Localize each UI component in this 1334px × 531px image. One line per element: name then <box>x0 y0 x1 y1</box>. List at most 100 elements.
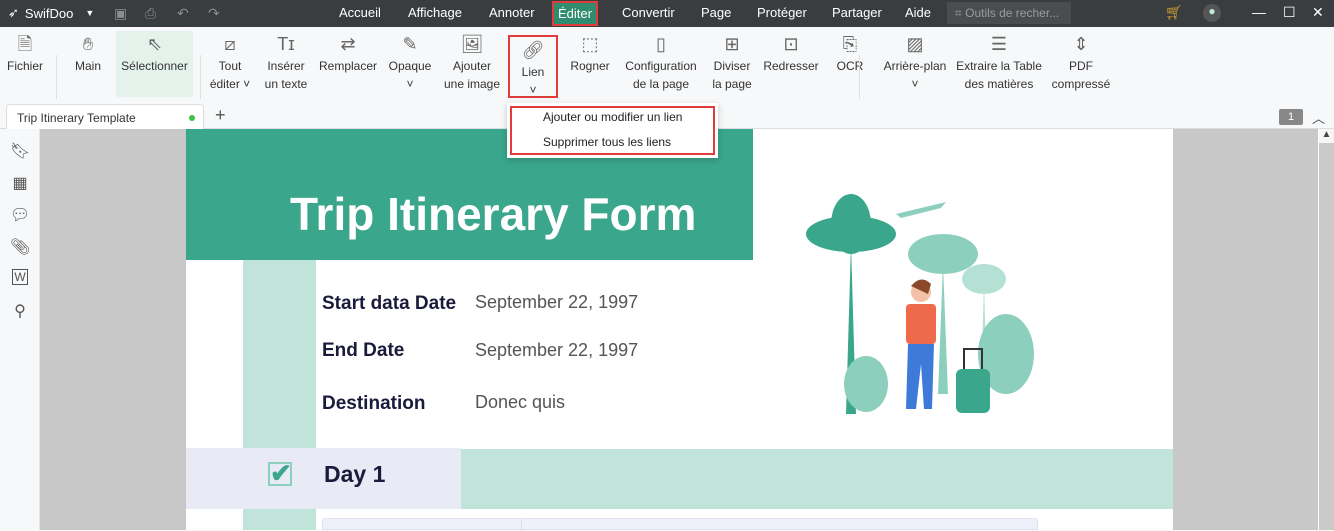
word-icon[interactable]: W <box>12 269 28 285</box>
link-dropdown-menu: Ajouter ou modifier un lien Supprimer to… <box>507 103 718 158</box>
minimize-icon[interactable]: — <box>1252 4 1266 20</box>
ribbon-separator <box>56 55 57 99</box>
undo-icon[interactable]: ↶ <box>177 5 189 22</box>
vertical-scrollbar[interactable]: ▲ <box>1318 129 1334 530</box>
ribbon-button-inserer-texte[interactable]: Tɪ Insérer un texte <box>260 31 312 93</box>
menu-annoter[interactable]: Annoter <box>489 0 535 27</box>
tool-search-input[interactable]: ⌗ Outils de recher... <box>947 2 1071 24</box>
close-icon[interactable]: ✕ <box>1312 4 1324 21</box>
eraser-icon: ✎ <box>402 34 418 54</box>
thumbnails-icon[interactable]: ▦ <box>10 173 30 193</box>
ribbon-button-main[interactable]: ✋︎ Main <box>68 31 108 75</box>
menu-accueil[interactable]: Accueil <box>339 0 381 27</box>
ribbon-label: PDF <box>1069 59 1093 73</box>
page-number-badge: 1 <box>1279 109 1303 125</box>
crop-icon: ⬚ <box>581 34 599 54</box>
replace-icon: ⇄ <box>340 34 356 54</box>
app-logo[interactable]: ➶ SwifDoo ▼ <box>8 5 94 21</box>
background-icon: ▨ <box>906 34 924 54</box>
split-icon: ⊞ <box>724 34 740 54</box>
ribbon-label: Configuration <box>625 59 697 73</box>
toc-icon: ☰ <box>990 34 1008 54</box>
search-icon[interactable]: ⚲ <box>10 301 30 321</box>
ribbon-label: une image <box>443 77 501 91</box>
ribbon-label: ˅ <box>529 83 537 97</box>
swift-bird-icon: ➶ <box>8 5 19 20</box>
page-setup-icon: ▯ <box>656 34 666 54</box>
ribbon-label: Tout <box>218 59 242 73</box>
ribbon-label: la page <box>712 77 752 91</box>
ribbon-button-pdf-compresse[interactable]: ⇕ PDF compressé <box>1048 31 1114 93</box>
hand-icon: ✋︎ <box>82 34 94 54</box>
day-table <box>322 518 1038 531</box>
ribbon-button-rogner[interactable]: ⬚ Rogner <box>566 31 614 75</box>
ribbon-button-remplacer[interactable]: ⇄ Remplacer <box>316 31 380 75</box>
ribbon-label: de la page <box>632 77 690 91</box>
field-value-end: September 22, 1997 <box>475 340 639 360</box>
bookmark-icon[interactable]: 🔖︎ <box>10 141 30 161</box>
ribbon-button-selectionner[interactable]: ⇖ Sélectionner <box>116 31 193 97</box>
file-icon: 🗎 <box>17 34 33 54</box>
menu-editer[interactable]: Éditer <box>552 1 598 26</box>
ribbon-button-opaque[interactable]: ✎ Opaque ˅ <box>385 31 435 93</box>
collapse-chevron-icon[interactable]: ︿ <box>1312 108 1325 127</box>
ribbon-separator <box>859 55 860 99</box>
chevron-down-icon[interactable]: ▼ <box>85 8 94 18</box>
print-icon[interactable]: ⎙ <box>145 5 156 22</box>
ribbon-button-ajouter-image[interactable]: 🖼︎ Ajouter une image <box>440 31 504 93</box>
ribbon-label: Main <box>74 59 101 73</box>
ribbon-label: un texte <box>264 77 308 91</box>
document-title: Trip Itinerary Form <box>290 188 697 240</box>
ribbon-button-ocr[interactable]: ⎘ OCR <box>832 31 868 75</box>
ribbon-button-fichier[interactable]: 🗎 Fichier <box>2 31 48 75</box>
attachment-icon[interactable]: 📎︎ <box>10 237 30 257</box>
menu-item-add-edit-link[interactable]: Ajouter ou modifier un lien <box>543 110 682 124</box>
menu-proteger[interactable]: Protéger <box>757 0 807 27</box>
maximize-icon[interactable]: ☐ <box>1283 4 1296 21</box>
palm-tree-2 <box>938 264 948 394</box>
menu-page[interactable]: Page <box>701 0 731 27</box>
ribbon-label: Arrière-plan <box>883 59 947 73</box>
person-jeans <box>906 344 934 409</box>
airplane <box>896 202 946 218</box>
scroll-up-icon[interactable]: ▲ <box>1319 129 1334 143</box>
pdf-page[interactable]: Trip Itinerary Form Start data Date Sept… <box>186 129 1173 531</box>
ribbon-label: Redresser <box>763 59 819 73</box>
ribbon-label: Insérer <box>267 59 305 73</box>
checkbox-checked-icon: ✔ <box>268 458 292 488</box>
add-tab-button[interactable]: + <box>215 105 226 126</box>
unsaved-dot-icon <box>189 115 195 121</box>
ribbon-button-config-page[interactable]: ▯ Configuration de la page <box>620 31 702 93</box>
ribbon-button-arriere-plan[interactable]: ▨ Arrière-plan ˅ <box>880 31 950 93</box>
ribbon-button-tout-editer[interactable]: ⧄ Tout éditer ˅ <box>208 31 252 93</box>
day-header-accent <box>461 449 1173 509</box>
redo-icon[interactable]: ↷ <box>208 5 220 22</box>
ribbon-button-redresser[interactable]: ⊡ Redresser <box>762 31 820 75</box>
document-tab[interactable]: Trip Itinerary Template <box>6 104 204 129</box>
menu-convertir[interactable]: Convertir <box>622 0 675 27</box>
cart-icon[interactable]: 🛒︎ <box>1165 4 1183 21</box>
ribbon-toolbar: 🗎 Fichier ✋︎ Main ⇖ Sélectionner ⧄ Tout éditer ˅… <box>0 27 1334 102</box>
ribbon-label: Diviser <box>713 59 751 73</box>
ribbon-label: Rogner <box>570 59 610 73</box>
menu-aide[interactable]: Aide <box>905 0 931 27</box>
ribbon-label: Sélectionner <box>121 59 188 73</box>
suitcase <box>956 369 990 413</box>
compress-icon: ⇕ <box>1073 34 1089 54</box>
user-avatar-icon[interactable]: ● <box>1203 4 1221 22</box>
comment-icon[interactable]: 💬︎ <box>10 205 30 225</box>
bush-left <box>844 356 888 412</box>
menu-item-remove-all-links[interactable]: Supprimer tous les liens <box>543 135 671 149</box>
save-icon[interactable]: ▣ <box>114 5 127 22</box>
ribbon-label: éditer ˅ <box>209 77 251 91</box>
ribbon-button-extraire-toc[interactable]: ☰ Extraire la Table des matières <box>954 31 1044 93</box>
ribbon-label: Fichier <box>6 59 43 73</box>
ribbon-label: Ajouter <box>452 59 492 73</box>
menu-affichage[interactable]: Affichage <box>408 0 462 27</box>
ribbon-label: Lien <box>521 65 545 79</box>
ribbon-label: OCR <box>836 59 864 73</box>
ribbon-button-diviser[interactable]: ⊞ Diviser la page <box>707 31 757 93</box>
ribbon-button-lien[interactable]: 🔗︎ Lien ˅ <box>508 35 558 98</box>
field-label-destination: Destination <box>322 393 426 414</box>
menu-partager[interactable]: Partager <box>832 0 882 27</box>
